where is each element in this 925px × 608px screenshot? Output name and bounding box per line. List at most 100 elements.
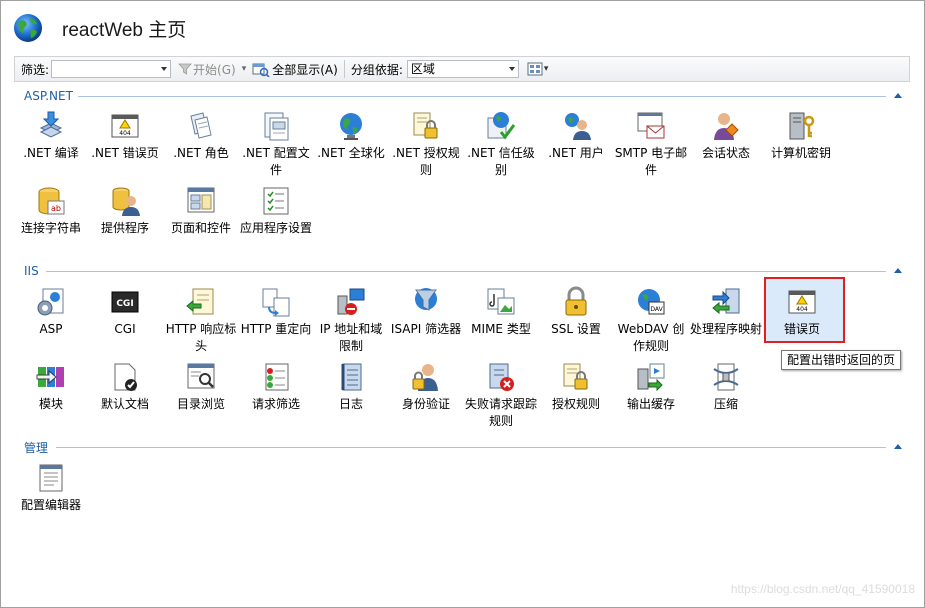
chevron-down-icon[interactable] <box>161 67 168 71</box>
feature-smtp-email[interactable]: SMTP 电子邮件 <box>613 110 689 179</box>
globe-icon <box>14 14 42 42</box>
feature-label: .NET 授权规则 <box>392 146 460 177</box>
roles-icon <box>190 112 212 139</box>
feature-compression[interactable]: 压缩 <box>688 361 764 413</box>
default-document-icon <box>114 363 137 391</box>
feature-net-trust-levels[interactable]: .NET 信任级别 <box>463 110 539 179</box>
feature-cgi[interactable]: CGI CGI <box>87 286 163 338</box>
show-all-button[interactable]: 全部显示(A) <box>252 61 338 78</box>
chevron-down-icon[interactable] <box>508 67 515 71</box>
collapse-icon[interactable] <box>894 93 902 98</box>
feature-authentication[interactable]: 身份验证 <box>388 361 464 413</box>
feature-label: SSL 设置 <box>551 322 601 336</box>
feature-label: .NET 角色 <box>173 146 229 160</box>
providers-icon <box>112 187 140 216</box>
feature-label: .NET 信任级别 <box>467 146 535 177</box>
error-page-icon: 404 <box>788 290 816 314</box>
feature-label: 计算机密钥 <box>770 146 831 160</box>
section-title: IIS <box>24 264 39 278</box>
watermark: https://blog.csdn.net/qq_41590018 <box>730 582 915 596</box>
authentication-icon <box>412 364 438 391</box>
feature-ip-domain-restrictions[interactable]: IP 地址和域限制 <box>313 286 389 355</box>
filter-label: 筛选: <box>21 62 50 77</box>
feature-net-globalization[interactable]: .NET 全球化 <box>313 110 389 162</box>
group-by-label: 分组依据: <box>350 62 403 77</box>
section-header-iis[interactable]: IIS <box>24 263 39 279</box>
section-header-aspnet[interactable]: ASP.NET <box>24 88 73 104</box>
feature-ssl-settings[interactable]: SSL 设置 <box>538 286 614 338</box>
error-page-icon: 404 <box>111 114 139 138</box>
feature-label: 请求筛选 <box>251 397 300 411</box>
view-mode-button[interactable]: ▾ <box>527 62 549 76</box>
feature-net-profile[interactable]: .NET 配置文件 <box>238 110 314 179</box>
section-header-management[interactable]: 管理 <box>24 439 48 455</box>
feature-label: 身份验证 <box>401 397 450 411</box>
feature-label: 页面和控件 <box>170 221 231 235</box>
feature-logging[interactable]: 日志 <box>313 361 389 413</box>
feature-modules[interactable]: 模块 <box>13 361 89 413</box>
machine-key-icon <box>789 112 815 140</box>
page-title: reactWeb 主页 <box>62 19 187 41</box>
feature-mime-types[interactable]: MIME 类型 <box>463 286 539 338</box>
feature-isapi-filters[interactable]: ISAPI 筛选器 <box>388 286 464 338</box>
collapse-icon[interactable] <box>894 268 902 273</box>
show-all-label: 全部显示(A) <box>272 62 338 77</box>
section-title: 管理 <box>24 440 49 455</box>
feature-label: 日志 <box>338 397 363 411</box>
feature-error-pages[interactable]: 404 错误页 <box>764 286 840 338</box>
directory-browsing-icon <box>187 363 215 389</box>
feature-connection-strings[interactable]: ab 连接字符串 <box>13 185 89 237</box>
feature-label: ASP <box>39 322 63 336</box>
svg-text:ab: ab <box>51 204 61 213</box>
feature-configuration-editor[interactable]: 配置编辑器 <box>13 462 89 514</box>
feature-net-users[interactable]: .NET 用户 <box>538 110 614 162</box>
section-title: ASP.NET <box>24 89 73 103</box>
feature-failed-request-tracing[interactable]: 失败请求跟踪规则 <box>463 361 539 430</box>
isapi-filter-icon <box>415 288 437 311</box>
feature-label: 输出缓存 <box>626 397 675 411</box>
feature-http-redirect[interactable]: HTTP 重定向 <box>238 286 314 338</box>
section-divider <box>78 96 886 97</box>
svg-text:404: 404 <box>119 130 131 137</box>
collapse-icon[interactable] <box>894 444 902 449</box>
filter-input[interactable] <box>51 60 172 78</box>
email-icon <box>637 112 665 139</box>
ip-restrictions-icon <box>337 288 365 315</box>
user-icon <box>565 113 591 140</box>
feature-iis-authorization-rules[interactable]: 授权规则 <box>538 361 614 413</box>
group-by-select[interactable]: 区域 <box>406 60 519 78</box>
feature-label: 错误页 <box>783 322 820 336</box>
feature-session-state[interactable]: 会话状态 <box>688 110 764 162</box>
feature-label: HTTP 响应标头 <box>165 322 237 353</box>
feature-label: 失败请求跟踪规则 <box>464 397 537 428</box>
trust-level-icon <box>487 112 516 140</box>
feature-machine-key[interactable]: 计算机密钥 <box>763 110 839 162</box>
feature-app-settings[interactable]: 应用程序设置 <box>238 185 314 237</box>
feature-net-error-pages[interactable]: 404 .NET 错误页 <box>87 110 163 162</box>
feature-request-filtering[interactable]: 请求筛选 <box>238 361 314 413</box>
feature-handler-mappings[interactable]: 处理程序映射 <box>688 286 764 338</box>
webdav-icon: DAV <box>638 289 665 315</box>
feature-label: ISAPI 筛选器 <box>390 322 462 336</box>
feature-pages-and-controls[interactable]: 页面和控件 <box>163 185 239 237</box>
feature-default-document[interactable]: 默认文档 <box>87 361 163 413</box>
feature-net-compilation[interactable]: .NET 编译 <box>13 110 89 162</box>
feature-label: 会话状态 <box>701 146 750 160</box>
feature-webdav-authoring-rules[interactable]: DAV WebDAV 创作规则 <box>613 286 689 355</box>
feature-net-authorization-rules[interactable]: .NET 授权规则 <box>388 110 464 179</box>
chevron-down-icon[interactable]: ▾ <box>544 64 549 74</box>
feature-net-roles[interactable]: .NET 角色 <box>163 110 239 162</box>
compilation-icon <box>39 111 63 138</box>
globe-icon <box>340 113 362 140</box>
feature-label: WebDAV 创作规则 <box>617 322 685 353</box>
feature-directory-browsing[interactable]: 目录浏览 <box>163 361 239 413</box>
feature-label: IP 地址和域限制 <box>319 322 383 353</box>
feature-http-response-headers[interactable]: HTTP 响应标头 <box>163 286 239 355</box>
feature-label: .NET 用户 <box>548 146 604 160</box>
feature-providers[interactable]: 提供程序 <box>87 185 163 237</box>
feature-output-caching[interactable]: 输出缓存 <box>613 361 689 413</box>
feature-asp[interactable]: ASP <box>13 286 89 338</box>
chevron-down-icon[interactable]: ▾ <box>242 64 247 74</box>
profile-icon <box>264 112 289 141</box>
start-button[interactable]: 开始(G) ▾ <box>177 61 246 78</box>
